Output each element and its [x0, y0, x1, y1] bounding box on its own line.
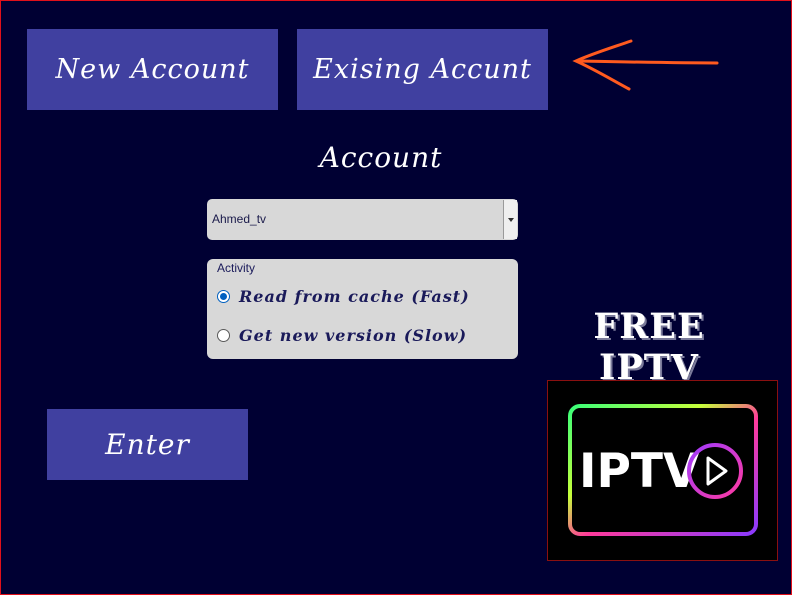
radio-label: Get new version (Slow)	[239, 326, 468, 345]
enter-button[interactable]: Enter	[47, 409, 248, 480]
radio-read-from-cache[interactable]: Read from cache (Fast)	[217, 287, 470, 306]
account-heading: Account	[319, 141, 443, 174]
arrow-left-icon	[572, 39, 719, 91]
promo-title: FREE IPTV	[593, 306, 705, 388]
account-select-value: Ahmed_tv	[212, 212, 267, 226]
account-select[interactable]: Ahmed_tv	[207, 199, 518, 240]
iptv-logo-graphic: IPTV	[568, 404, 758, 536]
app-window: New Account Exising Accunt Account Ahmed…	[0, 0, 792, 595]
activity-group-label: Activity	[217, 261, 256, 275]
radio-label: Read from cache (Fast)	[239, 287, 470, 306]
radio-get-new-version[interactable]: Get new version (Slow)	[217, 326, 467, 345]
play-icon	[706, 456, 728, 486]
radio-button[interactable]	[217, 329, 230, 342]
new-account-button[interactable]: New Account	[27, 29, 278, 110]
iptv-logo-text: IPTV	[579, 444, 700, 499]
existing-account-button[interactable]: Exising Accunt	[297, 29, 548, 110]
radio-button-checked[interactable]	[217, 290, 230, 303]
dropdown-arrow-icon[interactable]	[503, 200, 517, 239]
iptv-logo: IPTV	[547, 380, 778, 561]
activity-group: Activity Read from cache (Fast) Get new …	[207, 259, 518, 359]
